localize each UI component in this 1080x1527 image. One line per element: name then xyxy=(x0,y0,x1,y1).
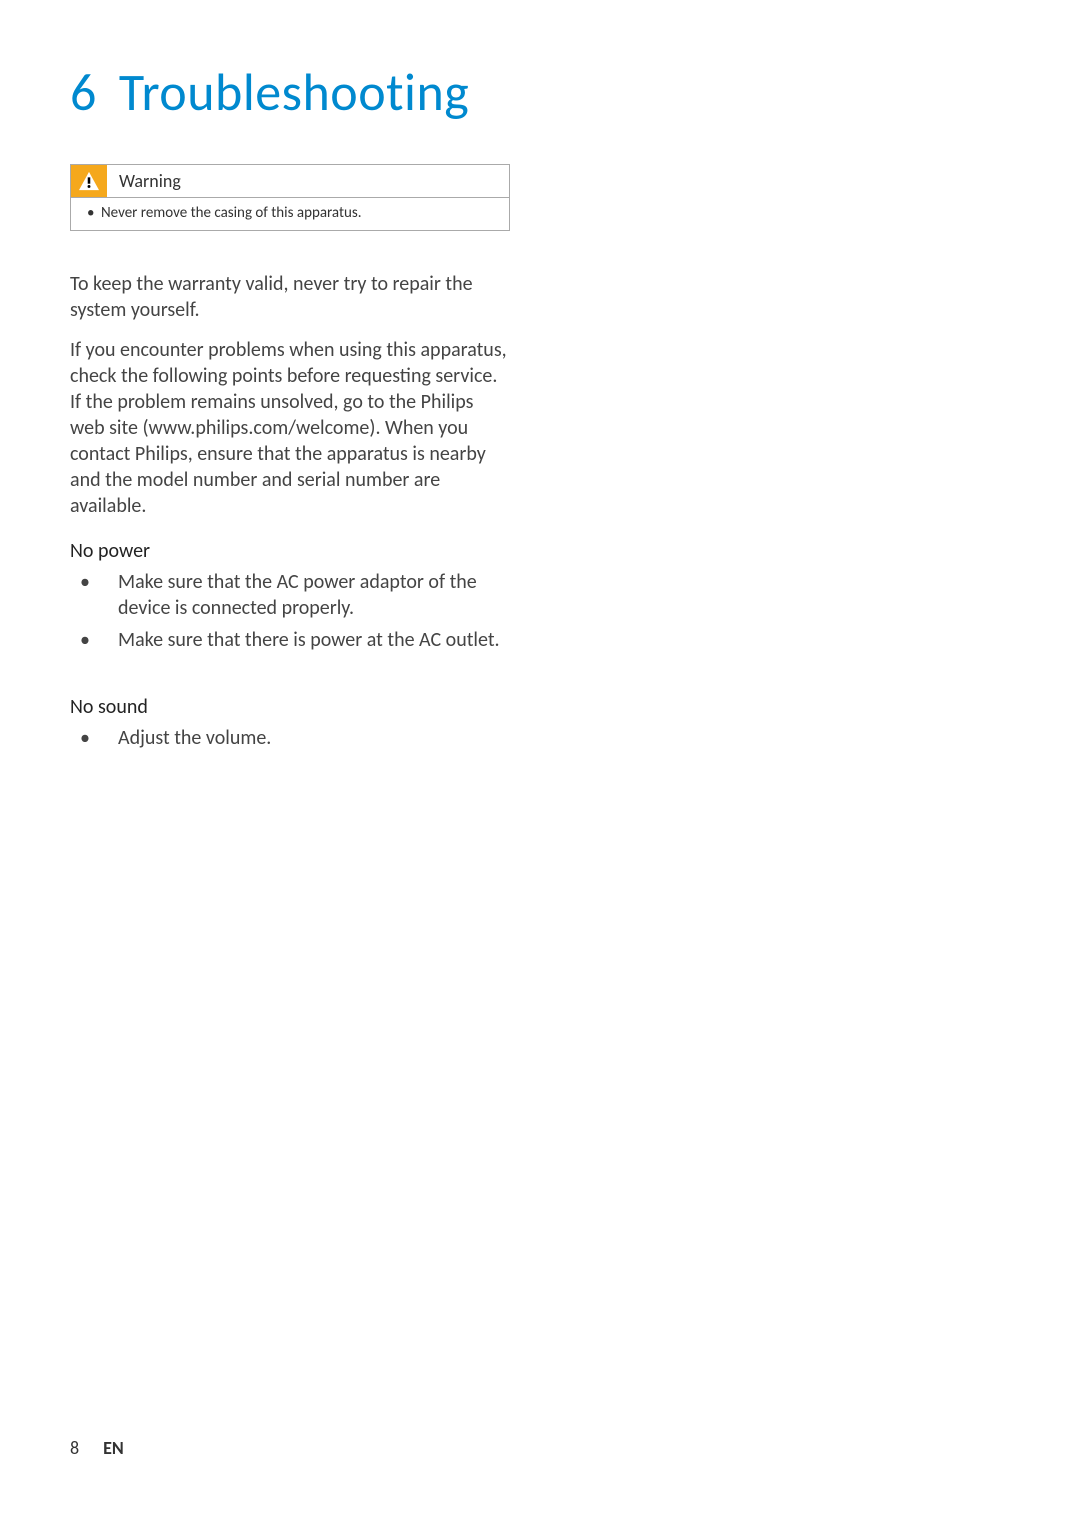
section-heading-no-sound: No sound xyxy=(70,695,510,719)
section-list-no-sound: Adjust the volume. xyxy=(70,725,510,751)
section-list-no-power: Make sure that the AC power adaptor of t… xyxy=(70,569,510,653)
chapter-number: 6 xyxy=(70,60,97,124)
page-number: 8 xyxy=(70,1437,79,1459)
list-item: Make sure that the AC power adaptor of t… xyxy=(70,569,510,621)
list-item: Make sure that there is power at the AC … xyxy=(70,627,510,653)
chapter-heading: 6 Troubleshooting xyxy=(70,60,510,124)
warning-header: Warning xyxy=(71,165,509,197)
chapter-title: Troubleshooting xyxy=(119,60,469,124)
warning-box: Warning •Never remove the casing of this… xyxy=(70,164,510,231)
list-item: Adjust the volume. xyxy=(70,725,510,751)
warning-content: •Never remove the casing of this apparat… xyxy=(71,197,509,230)
warning-label: Warning xyxy=(107,166,181,196)
page-language: EN xyxy=(103,1437,124,1459)
body-paragraph: To keep the warranty valid, never try to… xyxy=(70,271,510,323)
warning-icon xyxy=(71,165,107,197)
section-heading-no-power: No power xyxy=(70,539,510,563)
warning-item: Never remove the casing of this apparatu… xyxy=(101,204,362,222)
page-footer: 8 EN xyxy=(70,1437,124,1459)
body-paragraph: If you encounter problems when using thi… xyxy=(70,337,510,519)
